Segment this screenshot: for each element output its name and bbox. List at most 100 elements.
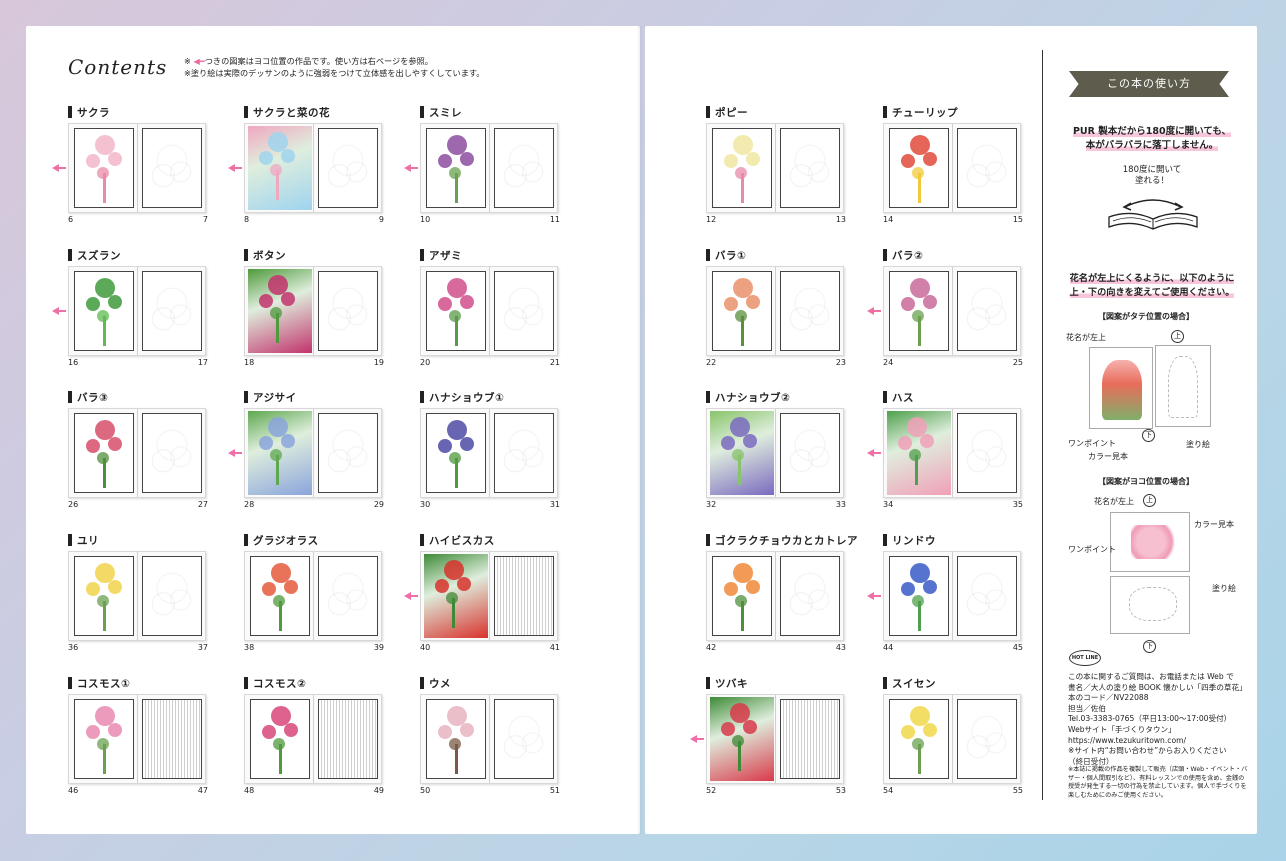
pur-binding-note: PUR 製本だから180度に開いても、 本がバラバラに落丁しません。 bbox=[1064, 125, 1240, 153]
spread-thumbnail bbox=[420, 266, 558, 356]
contents-item[interactable]: ツバキ 52 53 bbox=[690, 676, 846, 796]
page-number-left: 10 bbox=[420, 215, 431, 224]
contents-item[interactable]: ボタン 18 19 bbox=[244, 248, 384, 368]
contents-item[interactable]: ポピー 12 13 bbox=[706, 105, 846, 225]
color-sample-page bbox=[74, 413, 134, 493]
page-number-right: 13 bbox=[835, 215, 846, 224]
contents-item[interactable]: チューリップ 14 15 bbox=[883, 105, 1023, 225]
flower-art bbox=[724, 154, 738, 168]
color-sample-page bbox=[426, 128, 486, 208]
contents-item[interactable]: ゴクラクチョウカとカトレア 42 43 bbox=[706, 533, 858, 653]
spread-thumbnail bbox=[883, 551, 1021, 641]
page-number-left: 40 bbox=[420, 643, 431, 652]
flower-art bbox=[259, 436, 273, 450]
contents-item[interactable]: スミレ 10 11 bbox=[404, 105, 560, 225]
contents-item[interactable]: スイセン 54 55 bbox=[883, 676, 1023, 796]
tate-nurie-page bbox=[1155, 345, 1211, 427]
page-number-right: 11 bbox=[549, 215, 560, 224]
flower-art bbox=[901, 582, 915, 596]
contact-url[interactable]: https://www.tezukuritown.com/ bbox=[1068, 736, 1248, 747]
color-sample-page bbox=[712, 271, 772, 351]
page-number-left: 54 bbox=[883, 786, 894, 795]
gladiolus-sketch bbox=[1168, 356, 1198, 418]
page-number-right: 53 bbox=[835, 786, 846, 795]
copyright-footnote: ※本誌に掲載の作品を複製して販売（店頭・Web・イベント・バザー・個人間取引など… bbox=[1068, 766, 1248, 799]
contents-item[interactable]: ハイビスカス 40 41 bbox=[404, 533, 560, 653]
flower-art bbox=[86, 582, 100, 596]
contents-item[interactable]: ハナショウブ② 32 33 bbox=[706, 390, 846, 510]
yoko-nurie-label: 塗り絵 bbox=[1212, 584, 1236, 593]
item-title: ポピー bbox=[706, 105, 748, 119]
page-number-left: 44 bbox=[883, 643, 894, 652]
page-number-right: 17 bbox=[197, 358, 208, 367]
pink-arrow-icon bbox=[867, 592, 881, 600]
contents-item[interactable]: コスモス① 46 47 bbox=[68, 676, 208, 796]
nurie-page bbox=[142, 128, 202, 208]
color-sample-page bbox=[248, 411, 312, 495]
flower-art bbox=[86, 154, 100, 168]
item-title: コスモス① bbox=[68, 676, 130, 690]
color-sample-page bbox=[74, 271, 134, 351]
contents-item[interactable]: ハナショウブ① 30 31 bbox=[420, 390, 560, 510]
yoko-color-sample bbox=[1110, 512, 1190, 572]
contents-item[interactable]: ハス 34 35 bbox=[867, 390, 1023, 510]
contents-item[interactable]: サクラと菜の花 8 9 bbox=[228, 105, 384, 225]
flower-art bbox=[86, 439, 100, 453]
nurie-page bbox=[780, 413, 840, 493]
contents-item[interactable]: アザミ 20 21 bbox=[420, 248, 560, 368]
nurie-page bbox=[780, 699, 840, 779]
page-number-left: 36 bbox=[68, 643, 79, 652]
page-number-right: 9 bbox=[378, 215, 384, 224]
nurie-page bbox=[318, 271, 378, 351]
gladiolus-art bbox=[1102, 360, 1142, 420]
stem-art bbox=[918, 744, 921, 774]
flower-art bbox=[743, 434, 757, 448]
spread-thumbnail bbox=[420, 694, 558, 784]
spread-thumbnail bbox=[68, 694, 206, 784]
contents-item[interactable]: バラ① 22 23 bbox=[706, 248, 846, 368]
stem-art bbox=[455, 744, 458, 774]
page-number-right: 37 bbox=[197, 643, 208, 652]
color-sample-page bbox=[889, 556, 949, 636]
page-number-left: 38 bbox=[244, 643, 255, 652]
contents-item[interactable]: グラジオラス 38 39 bbox=[244, 533, 384, 653]
yoko-onepoint-label: ワンポイント bbox=[1068, 545, 1116, 554]
tate-flower-name-label: 花名が左上 bbox=[1066, 333, 1106, 342]
contents-title: Contents bbox=[68, 55, 168, 79]
item-title: サクラ bbox=[68, 105, 110, 119]
contents-item[interactable]: バラ② 24 25 bbox=[867, 248, 1023, 368]
spread-thumbnail bbox=[706, 408, 844, 498]
flower-art bbox=[108, 580, 122, 594]
contents-item[interactable]: ウメ 50 51 bbox=[420, 676, 560, 796]
flower-art bbox=[923, 723, 937, 737]
item-title: バラ① bbox=[706, 248, 746, 262]
page-number-left: 6 bbox=[68, 215, 74, 224]
contents-item[interactable]: スズラン 16 17 bbox=[52, 248, 208, 368]
flower-art bbox=[108, 152, 122, 166]
pink-arrow-icon bbox=[404, 164, 418, 172]
page-number-right: 31 bbox=[549, 500, 560, 509]
page-number-right: 51 bbox=[549, 786, 560, 795]
flower-art bbox=[923, 295, 937, 309]
contents-item[interactable]: バラ③ 26 27 bbox=[68, 390, 208, 510]
contents-item[interactable]: リンドウ 44 45 bbox=[867, 533, 1023, 653]
color-sample-page bbox=[74, 699, 134, 779]
flower-art bbox=[86, 725, 100, 739]
sidebar-divider bbox=[1042, 50, 1043, 800]
spread-thumbnail bbox=[244, 266, 382, 356]
spread-thumbnail bbox=[706, 551, 844, 641]
contents-item[interactable]: アジサイ 28 29 bbox=[228, 390, 384, 510]
contact-line: Webサイト「手づくりタウン」 bbox=[1068, 724, 1176, 734]
tate-bottom-label: 下 bbox=[1142, 429, 1155, 442]
item-title: ウメ bbox=[420, 676, 451, 690]
contents-item[interactable]: サクラ 6 7 bbox=[52, 105, 208, 225]
flower-art bbox=[262, 725, 276, 739]
page-number-left: 12 bbox=[706, 215, 717, 224]
flower-art bbox=[438, 725, 452, 739]
spread-thumbnail bbox=[883, 408, 1021, 498]
flower-art bbox=[724, 297, 738, 311]
spread-thumbnail bbox=[420, 123, 558, 213]
contents-item[interactable]: ユリ 36 37 bbox=[68, 533, 208, 653]
orientation-line-1: 花名が左上にくるように、以下のように bbox=[1069, 273, 1235, 284]
contents-item[interactable]: コスモス② 48 49 bbox=[244, 676, 384, 796]
